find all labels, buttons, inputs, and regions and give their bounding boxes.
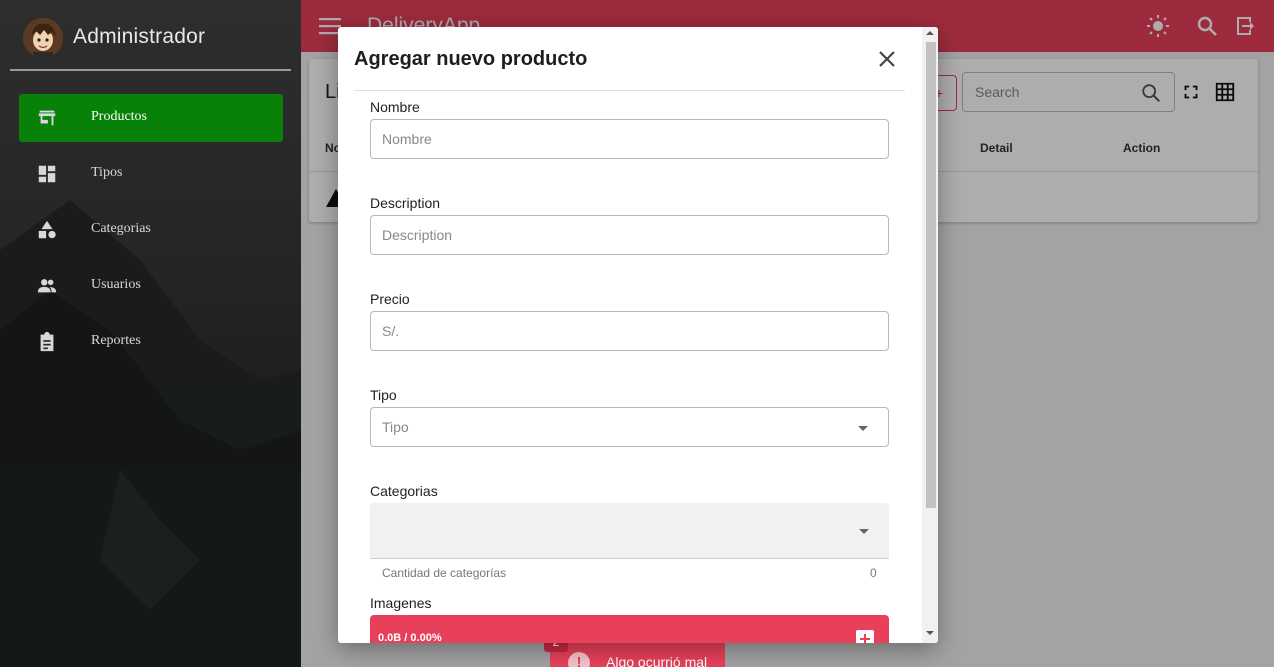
chevron-down-icon <box>859 529 869 534</box>
chevron-down-icon <box>858 426 868 431</box>
tipo-label: Tipo <box>370 387 397 403</box>
upload-status: 0.0B / 0.00% <box>378 632 442 643</box>
user-title: Administrador <box>73 25 206 48</box>
store-icon <box>38 110 56 126</box>
avatar[interactable] <box>23 18 63 58</box>
divider <box>354 90 905 91</box>
alert-icon: ! <box>568 652 590 667</box>
tipo-placeholder: Tipo <box>382 419 409 435</box>
sidebar-item-label: Productos <box>91 109 147 124</box>
sidebar-header: Administrador <box>10 0 291 71</box>
dialog-title: Agregar nuevo producto <box>354 48 588 70</box>
nombre-field[interactable]: Nombre <box>370 119 889 159</box>
sidebar-item-categorias[interactable]: Categorias <box>19 206 283 254</box>
error-toast[interactable]: ! Algo ocurrió mal <box>550 639 725 667</box>
toast-message: Algo ocurrió mal <box>606 654 708 667</box>
precio-field[interactable]: S/. <box>370 311 889 351</box>
dashboard-icon <box>38 165 56 183</box>
sidebar-item-label: Usuarios <box>91 277 141 292</box>
scroll-thumb[interactable] <box>926 42 936 508</box>
sidebar-item-label: Reportes <box>91 333 141 348</box>
description-label: Description <box>370 195 441 211</box>
add-product-dialog: Agregar nuevo producto Nombre Nombre Des… <box>338 27 938 643</box>
scroll-down-arrow[interactable] <box>926 631 934 635</box>
categorias-count: 0 <box>870 566 877 580</box>
sidebar-item-label: Tipos <box>91 165 123 180</box>
close-icon[interactable] <box>878 50 896 68</box>
dialog-scrollbar[interactable] <box>922 27 938 643</box>
sidebar-item-productos[interactable]: Productos <box>19 94 283 142</box>
scroll-up-arrow[interactable] <box>926 31 934 35</box>
tipo-select[interactable]: Tipo <box>370 407 889 447</box>
sidebar-item-label: Categorias <box>91 221 151 236</box>
nombre-label: Nombre <box>370 99 420 115</box>
sidebar-nav: Productos Tipos Categorias Usuarios Repo… <box>19 94 283 374</box>
sidebar: Administrador Productos Tipos Categorias <box>0 0 301 667</box>
description-field[interactable]: Description <box>370 215 889 255</box>
categorias-hint: Cantidad de categorías <box>382 566 507 580</box>
description-placeholder: Description <box>382 227 453 243</box>
clipboard-icon <box>40 331 54 352</box>
add-icon[interactable] <box>856 630 874 643</box>
sidebar-item-usuarios[interactable]: Usuarios <box>19 262 283 310</box>
sidebar-item-tipos[interactable]: Tipos <box>19 150 283 198</box>
categorias-select[interactable] <box>370 503 889 559</box>
nombre-placeholder: Nombre <box>382 131 432 147</box>
people-icon <box>37 279 57 293</box>
sidebar-item-reportes[interactable]: Reportes <box>19 318 283 366</box>
precio-placeholder: S/. <box>382 323 400 339</box>
category-icon <box>38 220 56 239</box>
categorias-label: Categorias <box>370 483 438 499</box>
precio-label: Precio <box>370 291 410 307</box>
image-uploader[interactable]: 0.0B / 0.00% <box>370 615 889 643</box>
imagenes-label: Imagenes <box>370 595 432 611</box>
